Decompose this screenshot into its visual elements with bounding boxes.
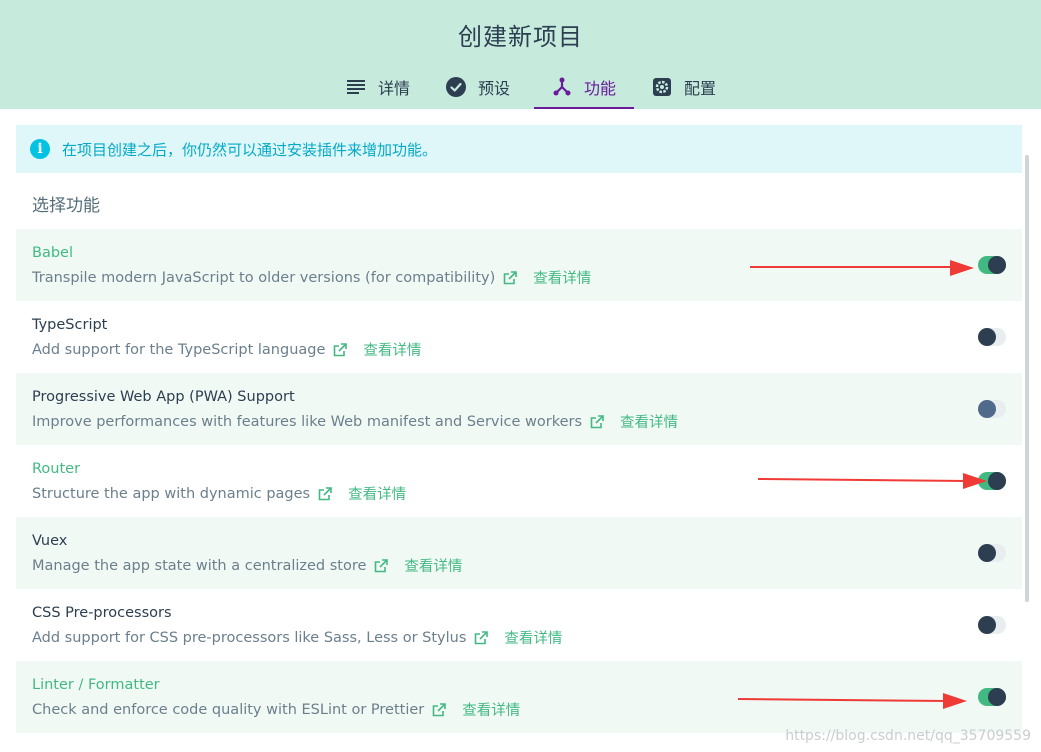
- annotation-arrow: [750, 260, 974, 276]
- more-info-label: 查看详情: [504, 631, 563, 647]
- toggle-knob: [988, 688, 1006, 706]
- annotation-arrow: [738, 693, 967, 709]
- tab-presets[interactable]: 预设: [424, 66, 524, 109]
- header: 创建新项目 详情 预设 功能 配置: [0, 0, 1041, 109]
- features-panel: i 在项目创建之后，你仍然可以通过安装插件来增加功能。 选择功能 Babel Tr…: [16, 125, 1022, 752]
- toggle-knob: [978, 544, 996, 562]
- feature-toggle[interactable]: [978, 400, 1006, 418]
- feature-description: Transpile modern JavaScript to older ver…: [32, 267, 591, 288]
- feature-description-text: Manage the app state with a centralized …: [32, 557, 367, 574]
- feature-name: Vuex: [32, 533, 68, 549]
- more-info-link[interactable]: 查看详情: [374, 555, 462, 576]
- external-link-icon: [374, 558, 396, 573]
- fork-icon: [552, 77, 572, 97]
- feature-row[interactable]: TypeScript Add support for the TypeScript…: [16, 301, 1022, 373]
- watermark: https://blog.csdn.net/qq_35709559: [785, 728, 1031, 744]
- tab-details[interactable]: 详情: [336, 66, 424, 109]
- feature-name: Babel: [32, 245, 73, 261]
- more-info-link[interactable]: 查看详情: [474, 627, 562, 648]
- tab-label: 详情: [378, 78, 411, 98]
- list-icon: [346, 77, 366, 97]
- feature-row[interactable]: Progressive Web App (PWA) Support Improve…: [16, 373, 1022, 445]
- check-circle-icon: [446, 76, 467, 97]
- tab-label: 功能: [584, 78, 617, 98]
- toggle-knob: [988, 256, 1006, 274]
- toggle-knob: [978, 328, 996, 346]
- tab-features[interactable]: 功能: [534, 66, 635, 109]
- more-info-link[interactable]: 查看详情: [590, 411, 678, 432]
- feature-name: Router: [32, 461, 81, 477]
- toggle-knob: [978, 616, 996, 634]
- tab-bar: 详情 预设 功能 配置: [336, 66, 730, 109]
- toggle-knob: [988, 472, 1006, 490]
- more-info-link[interactable]: 查看详情: [503, 267, 591, 288]
- info-text: 在项目创建之后，你仍然可以通过安装插件来增加功能。: [62, 140, 438, 159]
- feature-description-text: Add support for CSS pre-processors like …: [32, 629, 467, 646]
- more-info-link[interactable]: 查看详情: [432, 699, 520, 720]
- annotation-arrow: [758, 473, 987, 489]
- feature-name: CSS Pre-processors: [32, 605, 172, 621]
- section-title: 选择功能: [32, 196, 100, 216]
- scrollbar[interactable]: [1025, 155, 1029, 602]
- page-title: 创建新项目: [458, 23, 583, 51]
- info-banner: i 在项目创建之后，你仍然可以通过安装插件来增加功能。: [16, 125, 1022, 173]
- more-info-link[interactable]: 查看详情: [318, 483, 406, 504]
- more-info-label: 查看详情: [462, 703, 521, 719]
- feature-toggle[interactable]: [978, 328, 1006, 346]
- feature-name: Progressive Web App (PWA) Support: [32, 389, 295, 405]
- more-info-label: 查看详情: [533, 271, 592, 287]
- toggle-knob: [978, 400, 996, 418]
- tab-label: 预设: [478, 78, 511, 98]
- feature-description: Add support for the TypeScript language 查…: [32, 339, 421, 360]
- feature-name: Linter / Formatter: [32, 677, 160, 693]
- tab-configuration[interactable]: 配置: [634, 66, 730, 109]
- external-link-icon: [318, 486, 340, 501]
- external-link-icon: [333, 342, 355, 357]
- feature-description: Check and enforce code quality with ESLi…: [32, 699, 520, 720]
- feature-toggle[interactable]: [978, 544, 1006, 562]
- more-info-label: 查看详情: [363, 343, 422, 359]
- feature-row[interactable]: Vuex Manage the app state with a centrali…: [16, 517, 1022, 589]
- feature-toggle[interactable]: [978, 616, 1006, 634]
- feature-description-text: Add support for the TypeScript language: [32, 341, 326, 358]
- tab-label: 配置: [684, 78, 717, 98]
- more-info-label: 查看详情: [620, 415, 679, 431]
- external-link-icon: [503, 270, 525, 285]
- feature-description-text: Check and enforce code quality with ESLi…: [32, 701, 425, 718]
- feature-description-text: Improve performances with features like …: [32, 413, 583, 430]
- feature-toggle[interactable]: [978, 688, 1006, 706]
- external-link-icon: [432, 702, 454, 717]
- feature-row[interactable]: CSS Pre-processors Add support for CSS pr…: [16, 589, 1022, 661]
- gear-icon: [652, 77, 672, 97]
- external-link-icon: [590, 414, 612, 429]
- feature-description: Improve performances with features like …: [32, 411, 678, 432]
- feature-description: Add support for CSS pre-processors like …: [32, 627, 562, 648]
- more-info-label: 查看详情: [348, 487, 407, 503]
- feature-description-text: Structure the app with dynamic pages: [32, 485, 311, 502]
- info-icon: i: [30, 139, 50, 159]
- feature-toggle[interactable]: [978, 256, 1006, 274]
- external-link-icon: [474, 630, 496, 645]
- more-info-label: 查看详情: [404, 559, 463, 575]
- feature-description: Structure the app with dynamic pages 查看详情: [32, 483, 406, 504]
- feature-description: Manage the app state with a centralized …: [32, 555, 462, 576]
- feature-name: TypeScript: [32, 317, 108, 333]
- more-info-link[interactable]: 查看详情: [333, 339, 421, 360]
- feature-description-text: Transpile modern JavaScript to older ver…: [32, 269, 496, 286]
